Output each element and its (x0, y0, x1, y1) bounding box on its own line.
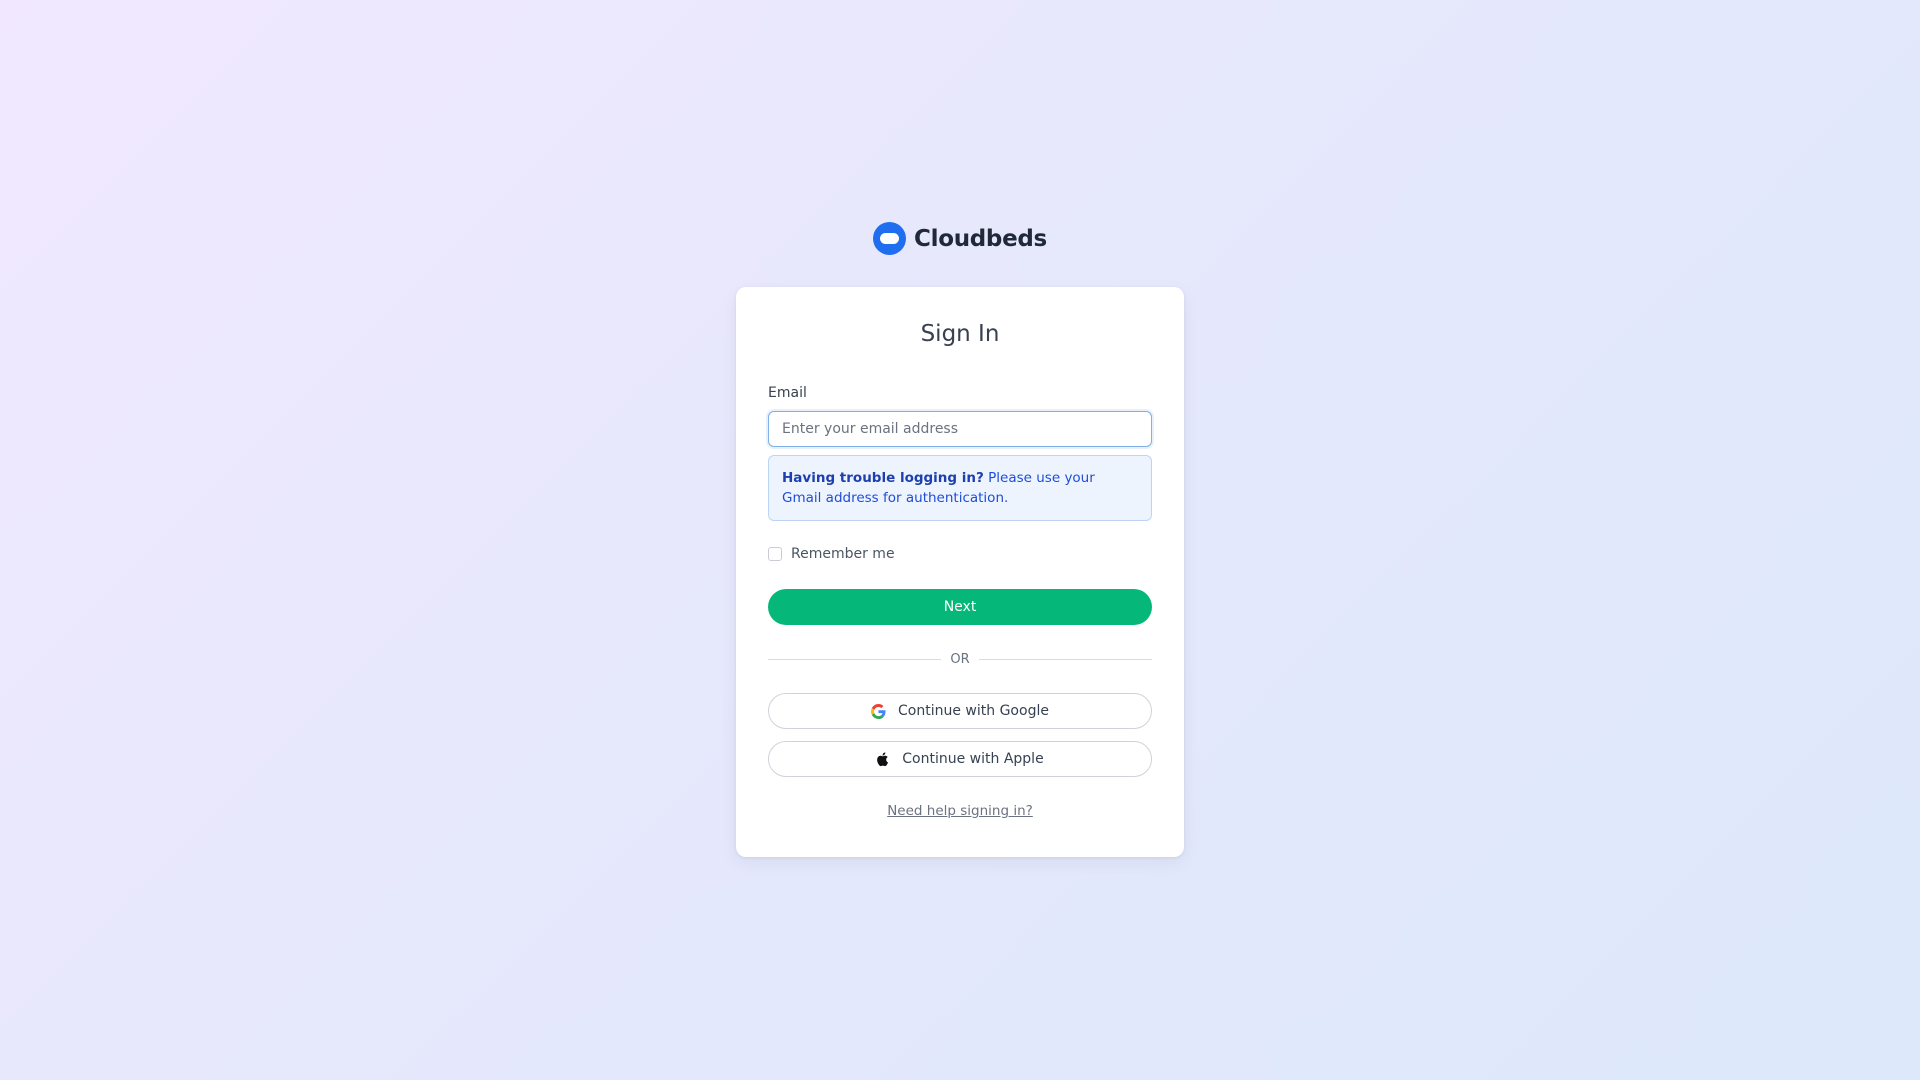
remember-me-row[interactable]: Remember me (768, 546, 895, 562)
page-title: Sign In (920, 321, 1000, 347)
next-button[interactable]: Next (768, 589, 1152, 625)
or-divider: OR (768, 652, 1153, 667)
login-help-notice: Having trouble logging in? Please use yo… (768, 455, 1152, 521)
google-icon (871, 703, 886, 719)
continue-with-apple-button[interactable]: Continue with Apple (768, 741, 1152, 777)
apple-icon (876, 751, 890, 767)
continue-with-google-button[interactable]: Continue with Google (768, 693, 1152, 729)
notice-heading: Having trouble logging in? (782, 470, 984, 486)
divider-line-right (978, 659, 1153, 660)
brand-header: Cloudbeds (0, 222, 1920, 255)
cloudbeds-logo-icon (873, 222, 907, 255)
need-help-link[interactable]: Need help signing in? (736, 803, 1184, 819)
apple-button-label: Continue with Apple (902, 751, 1044, 767)
signin-card: Sign In Email Having trouble logging in?… (736, 287, 1184, 857)
divider-line-left (768, 659, 942, 660)
email-field[interactable] (768, 411, 1152, 447)
divider-text: OR (950, 652, 970, 667)
brand-name: Cloudbeds (914, 225, 1047, 252)
remember-me-checkbox[interactable] (768, 547, 782, 561)
google-button-label: Continue with Google (898, 703, 1049, 719)
email-label: Email (768, 385, 807, 401)
remember-me-label[interactable]: Remember me (791, 546, 895, 562)
